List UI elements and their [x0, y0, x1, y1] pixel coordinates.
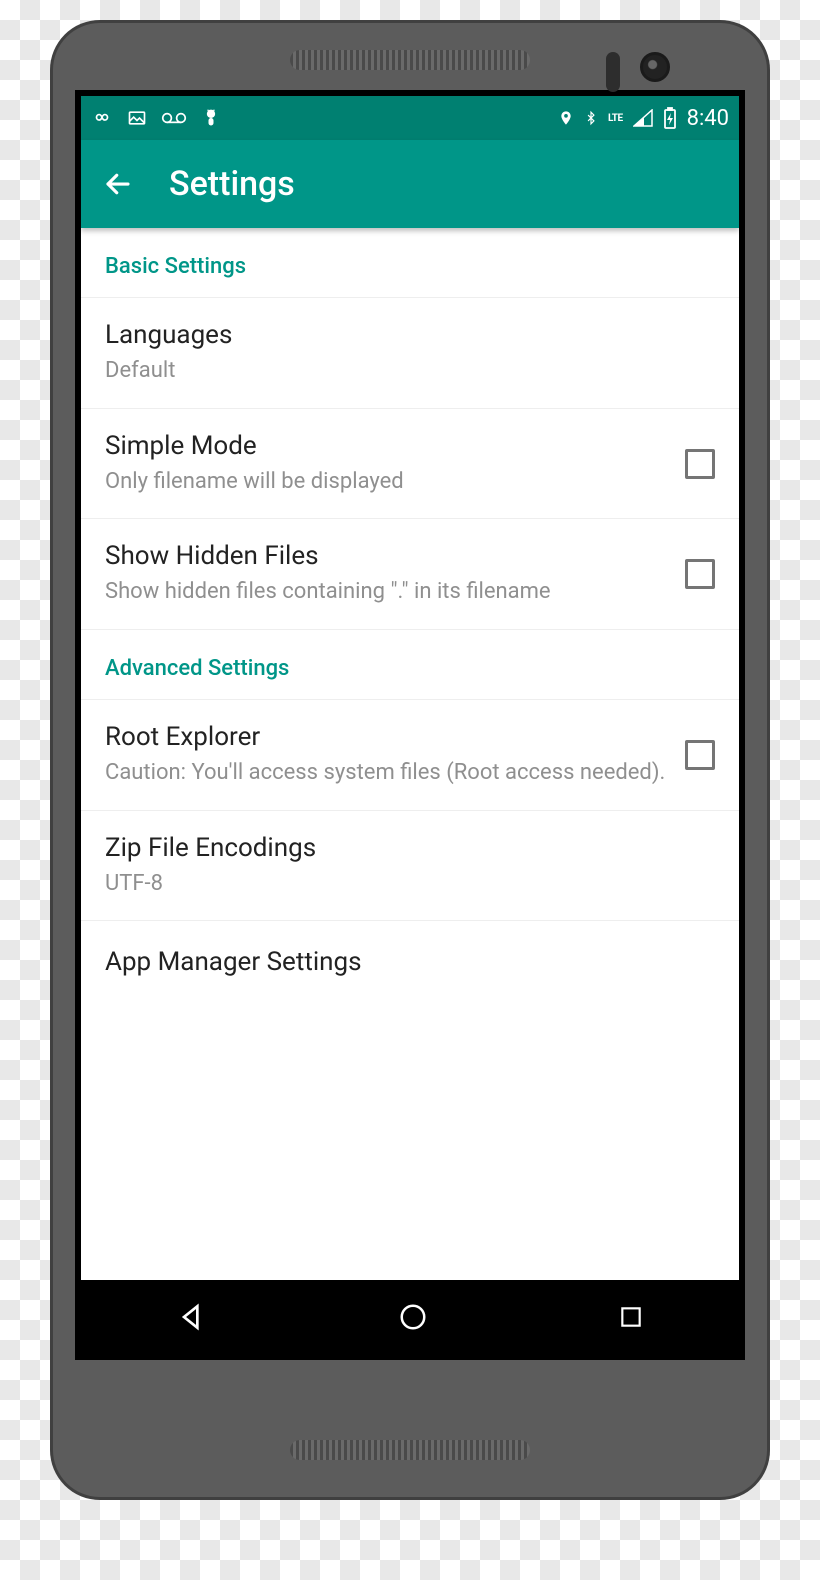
pref-simple-mode[interactable]: Simple Mode Only filename will be displa…	[81, 409, 739, 520]
pref-title: Root Explorer	[105, 722, 669, 752]
nav-home-button[interactable]	[398, 1302, 428, 1332]
status-clock: 8:40	[687, 106, 729, 131]
pref-subtitle: Caution: You'll access system files (Roo…	[105, 758, 669, 788]
screen-bezel: LTE 8:40	[75, 90, 745, 1360]
lte-icon: LTE	[608, 113, 623, 124]
section-advanced-settings: Advanced Settings	[81, 630, 739, 700]
nav-back-button[interactable]	[176, 1301, 208, 1333]
bluetooth-icon	[584, 107, 598, 129]
battery-charging-icon	[663, 107, 677, 129]
pref-title: Languages	[105, 320, 715, 350]
android-nav-bar	[81, 1280, 739, 1354]
checkbox-simple-mode[interactable]	[685, 449, 715, 479]
android-icon	[201, 107, 221, 129]
phone-camera	[640, 52, 670, 82]
image-icon	[127, 108, 147, 128]
pref-root-explorer[interactable]: Root Explorer Caution: You'll access sys…	[81, 700, 739, 811]
phone-sensor	[606, 52, 620, 92]
pref-languages[interactable]: Languages Default	[81, 298, 739, 409]
page-title: Settings	[169, 164, 295, 204]
pref-subtitle: Default	[105, 356, 715, 386]
status-right: LTE 8:40	[558, 106, 729, 131]
pref-title: Simple Mode	[105, 431, 669, 461]
app-bar: Settings	[81, 140, 739, 228]
pref-subtitle: Show hidden files containing "." in its …	[105, 577, 669, 607]
pref-title: Show Hidden Files	[105, 541, 669, 571]
checkbox-show-hidden[interactable]	[685, 559, 715, 589]
status-bar: LTE 8:40	[81, 96, 739, 140]
checkbox-root-explorer[interactable]	[685, 740, 715, 770]
back-button[interactable]	[103, 169, 133, 199]
section-app-manager-settings: App Manager Settings	[81, 921, 739, 995]
status-left	[91, 107, 221, 129]
section-basic-settings: Basic Settings	[81, 228, 739, 298]
nav-recent-button[interactable]	[618, 1304, 644, 1330]
pref-show-hidden-files[interactable]: Show Hidden Files Show hidden files cont…	[81, 519, 739, 630]
infinity-icon	[91, 107, 113, 129]
signal-icon	[633, 109, 653, 127]
pref-subtitle: UTF-8	[105, 869, 715, 899]
screen: LTE 8:40	[81, 96, 739, 1354]
location-icon	[558, 108, 574, 128]
settings-list[interactable]: Basic Settings Languages Default Simple …	[81, 228, 739, 1280]
voicemail-icon	[161, 108, 187, 128]
phone-speaker-bottom	[290, 1440, 530, 1460]
pref-zip-file-encodings[interactable]: Zip File Encodings UTF-8	[81, 811, 739, 922]
pref-title: Zip File Encodings	[105, 833, 715, 863]
phone-frame: LTE 8:40	[50, 20, 770, 1500]
phone-speaker-top	[290, 50, 530, 70]
pref-subtitle: Only filename will be displayed	[105, 467, 669, 497]
